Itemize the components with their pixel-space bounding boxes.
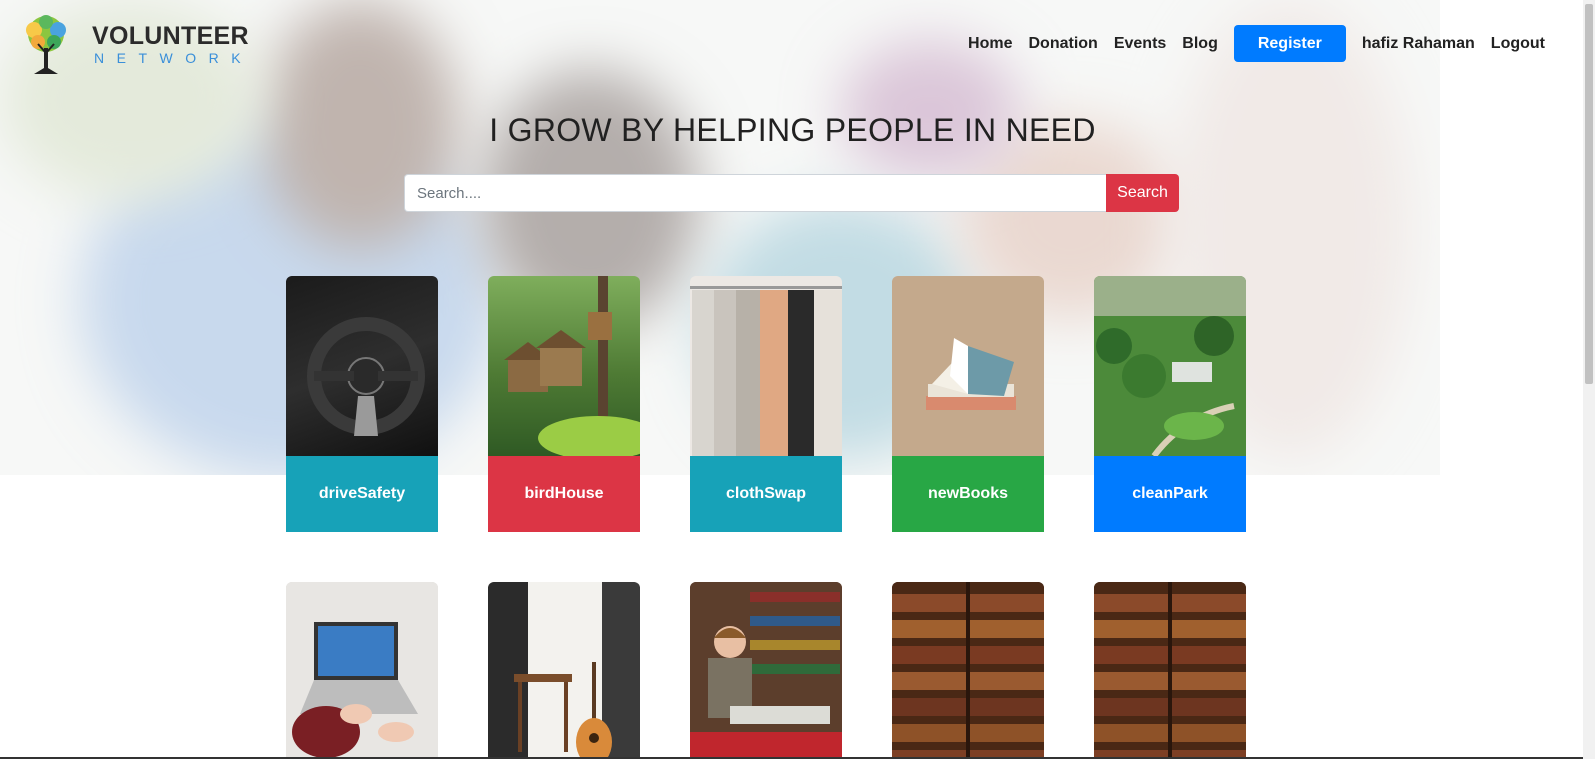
event-card-label: clothSwap	[690, 456, 842, 532]
event-card-newbooks[interactable]: newBooks	[892, 276, 1044, 532]
search-button[interactable]: Search	[1106, 174, 1179, 212]
event-card-label: newBooks	[892, 456, 1044, 532]
library-bookshelves-image	[1094, 582, 1246, 759]
car-steering-wheel-image	[286, 276, 438, 456]
tree-logo-icon	[26, 15, 66, 74]
search-bar: Search.... Search	[404, 174, 1179, 212]
register-button[interactable]: Register	[1233, 25, 1346, 62]
boy-reading-image	[690, 582, 842, 759]
event-card-label: birdHouse	[488, 456, 640, 532]
nav-events-link[interactable]: Events	[1114, 35, 1166, 53]
birdhouses-image	[488, 276, 640, 456]
event-card[interactable]	[286, 582, 438, 759]
event-card-drivesafety[interactable]: driveSafety	[286, 276, 438, 532]
event-card-cleanpark[interactable]: cleanPark	[1094, 276, 1246, 532]
scrollbar-thumb[interactable]	[1585, 4, 1593, 384]
page-scrollbar[interactable]	[1583, 0, 1595, 759]
nav-blog-link[interactable]: Blog	[1182, 35, 1218, 53]
open-book-image	[892, 276, 1044, 456]
event-card[interactable]	[690, 582, 842, 759]
library-bookshelves-image	[892, 582, 1044, 759]
event-card[interactable]	[892, 582, 1044, 759]
main-nav: Home Donation Events Blog Register hafiz…	[952, 25, 1545, 62]
event-card-clothswap[interactable]: clothSwap	[690, 276, 842, 532]
brand-tagline: NETWORK	[94, 50, 254, 66]
brand-name: VOLUNTEER	[92, 22, 249, 50]
event-card-label: driveSafety	[286, 456, 438, 532]
nav-home-link[interactable]: Home	[968, 35, 1012, 53]
event-card[interactable]	[1094, 582, 1246, 759]
user-name-link[interactable]: hafiz Rahaman	[1362, 35, 1475, 53]
logout-link[interactable]: Logout	[1491, 35, 1545, 53]
brand-logo[interactable]: VOLUNTEER NETWORK	[14, 12, 249, 76]
event-card-birdhouse[interactable]: birdHouse	[488, 276, 640, 532]
clothes-rack-image	[690, 276, 842, 456]
room-guitar-image	[488, 582, 640, 759]
event-card[interactable]	[488, 582, 640, 759]
event-card-label: cleanPark	[1094, 456, 1246, 532]
laptop-typing-image	[286, 582, 438, 759]
nav-donation-link[interactable]: Donation	[1029, 35, 1098, 53]
search-input[interactable]: Search....	[404, 174, 1106, 212]
hero-headline: I GROW BY HELPING PEOPLE IN NEED	[489, 112, 1096, 148]
aerial-park-image	[1094, 276, 1246, 456]
